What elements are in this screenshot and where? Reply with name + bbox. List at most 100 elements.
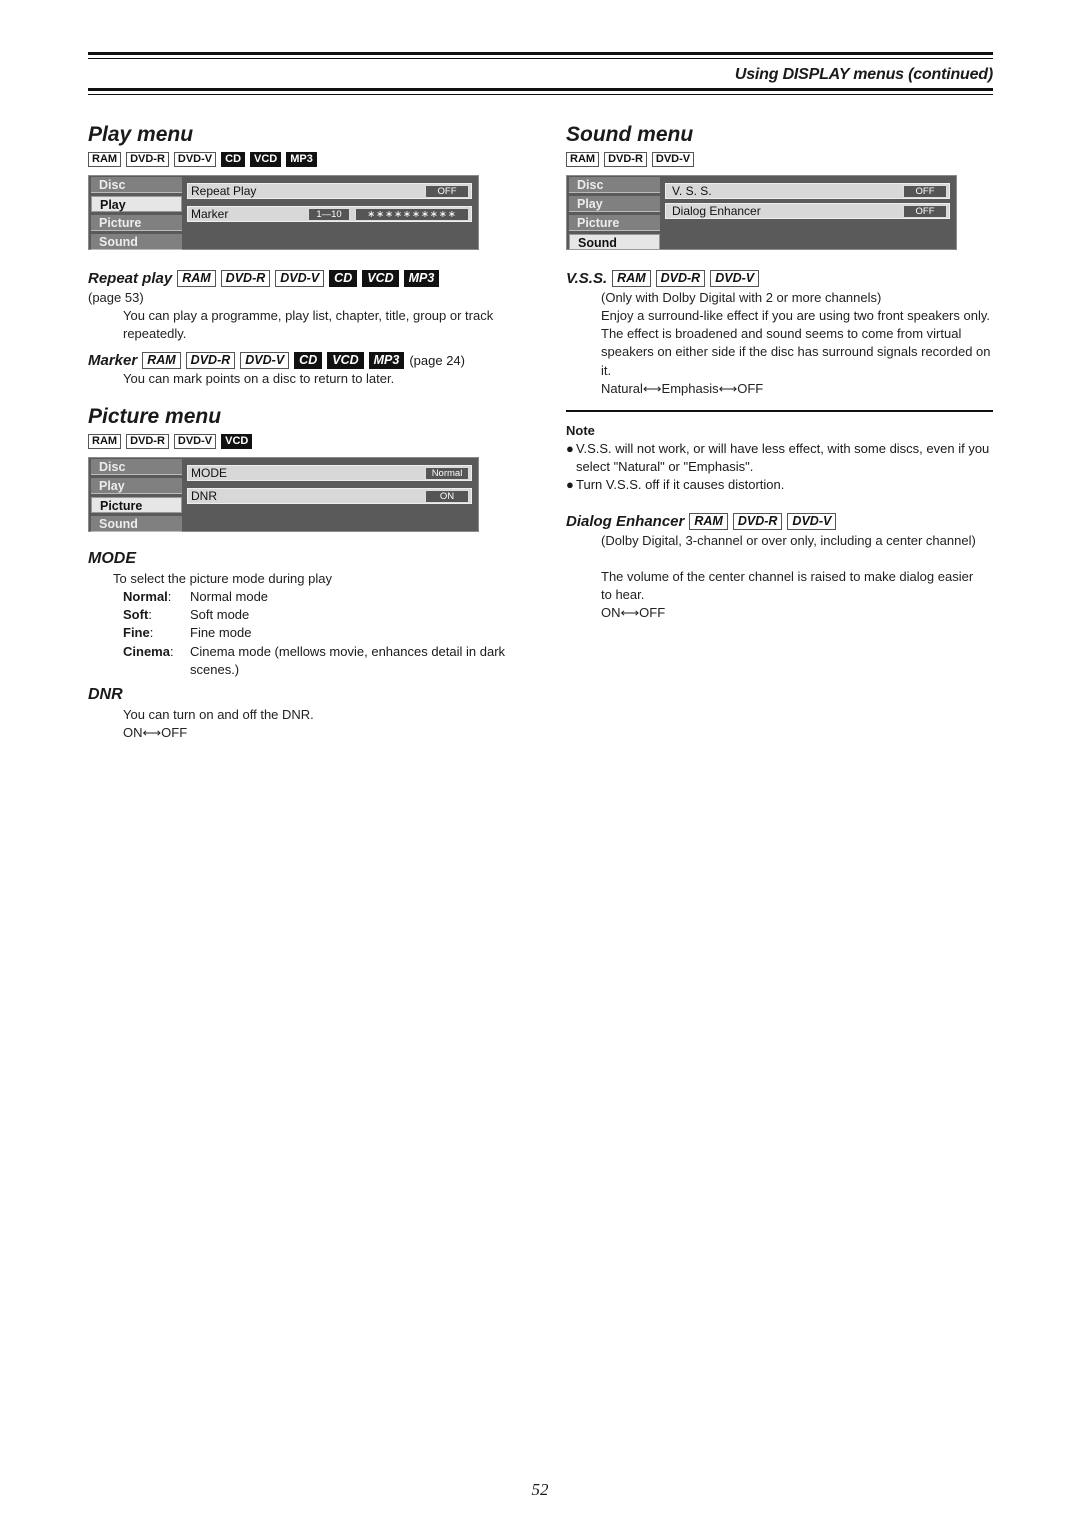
- mode-options-list: Normal: Normal mode Soft: Soft mode Fine…: [123, 588, 520, 679]
- badge-ram: RAM: [612, 270, 651, 287]
- osd-tab-sound[interactable]: Sound: [91, 516, 182, 532]
- osd-row-label: MODE: [191, 466, 227, 480]
- osd-row-value: OFF: [903, 185, 947, 198]
- badge-dvd-v: DVD-V: [710, 270, 760, 287]
- badge-ram: RAM: [177, 270, 216, 287]
- play-menu-badges: RAM DVD-R DVD-V CD VCD MP3: [88, 152, 317, 167]
- osd-row-vss[interactable]: V. S. S. OFF: [665, 183, 950, 199]
- osd-tab-sound[interactable]: Sound: [569, 234, 660, 250]
- dialog-enhancer-title: Dialog Enhancer: [566, 513, 685, 530]
- badge-dvd-v: DVD-V: [173, 434, 217, 449]
- badge-dvd-v: DVD-V: [275, 270, 325, 287]
- badge-mp3: MP3: [286, 152, 317, 167]
- badge-dvd-r: DVD-R: [604, 152, 647, 167]
- osd-tab-picture[interactable]: Picture: [91, 215, 182, 231]
- repeat-play-description: You can play a programme, play list, cha…: [123, 308, 494, 342]
- mode-option-key: Soft: [123, 607, 149, 623]
- play-menu-title: Play menu: [88, 123, 194, 146]
- osd-tabs: Disc Play Picture Sound: [569, 177, 660, 253]
- badge-dvd-r: DVD-R: [732, 513, 783, 530]
- repeat-play-title: Repeat play: [88, 270, 173, 287]
- note-bullets: ● V.S.S. will not work, or will have les…: [566, 440, 991, 495]
- osd-row-label: Repeat Play: [191, 184, 257, 198]
- osd-row-value: OFF: [425, 185, 469, 198]
- note-bullet: ● V.S.S. will not work, or will have les…: [566, 440, 991, 476]
- badge-ram: RAM: [566, 152, 600, 167]
- osd-tab-disc[interactable]: Disc: [91, 459, 182, 475]
- badge-dvd-r: DVD-R: [126, 434, 169, 449]
- mode-option-desc: Cinema mode (mellows movie, enhances det…: [190, 643, 506, 677]
- dialog-enhancer-condition: (Dolby Digital, 3-channel or over only, …: [601, 533, 976, 548]
- osd-tab-play[interactable]: Play: [569, 196, 660, 212]
- badge-dvd-v: DVD-V: [173, 152, 217, 167]
- note-bullet: ● Turn V.S.S. off if it causes distortio…: [566, 476, 991, 494]
- osd-tab-play[interactable]: Play: [91, 196, 182, 212]
- sound-menu-title: Sound menu: [566, 123, 694, 146]
- osd-row-mode[interactable]: MODE Normal: [187, 465, 472, 481]
- repeat-play-heading: Repeat play RAM DVD-R DVD-V CD VCD MP3: [88, 270, 440, 287]
- play-menu-osd: Disc Play Picture Sound Repeat Play OFF …: [88, 175, 479, 250]
- header-rule-top-thin: [88, 58, 993, 59]
- badge-vcd: VCD: [221, 434, 253, 449]
- dnr-heading: DNR: [88, 686, 123, 703]
- mode-option-desc: Normal mode: [190, 589, 269, 604]
- osd-row-label: Marker: [191, 207, 229, 221]
- vss-heading: V.S.S. RAM DVD-R DVD-V: [566, 270, 760, 287]
- repeat-play-page-ref: (page 53): [88, 290, 144, 305]
- mode-option-soft: Soft: Soft mode: [123, 606, 520, 624]
- osd-row-marker[interactable]: Marker 1—10 ∗∗∗∗∗∗∗∗∗∗: [187, 206, 472, 222]
- osd-row-value: Normal: [425, 467, 469, 480]
- header-rule-bottom: [88, 88, 993, 91]
- osd-row-label: DNR: [191, 489, 217, 503]
- vss-condition: (Only with Dolby Digital with 2 or more …: [601, 290, 882, 305]
- mode-intro: To select the picture mode during play: [113, 571, 332, 586]
- dialog-enhancer-description: The volume of the center channel is rais…: [601, 569, 974, 603]
- badge-dvd-v: DVD-V: [651, 152, 695, 167]
- osd-tab-play[interactable]: Play: [91, 478, 182, 494]
- osd-tab-picture[interactable]: Picture: [91, 497, 182, 513]
- marker-heading: Marker RAM DVD-R DVD-V CD VCD MP3 (page …: [88, 352, 465, 369]
- marker-description: You can mark points on a disc to return …: [123, 371, 395, 386]
- mode-option-fine: Fine: Fine mode: [123, 624, 520, 642]
- badge-cd: CD: [221, 152, 246, 167]
- osd-row-repeat-play[interactable]: Repeat Play OFF: [187, 183, 472, 199]
- osd-row-value: OFF: [903, 205, 947, 218]
- osd-tab-sound[interactable]: Sound: [91, 234, 182, 250]
- note-divider: [566, 410, 993, 412]
- osd-tabs: Disc Play Picture Sound: [91, 177, 182, 253]
- badge-ram: RAM: [689, 513, 728, 530]
- badge-dvd-r: DVD-R: [655, 270, 706, 287]
- badge-dvd-r: DVD-R: [126, 152, 169, 167]
- mode-option-desc: Fine mode: [190, 625, 252, 641]
- note-title: Note: [566, 423, 595, 438]
- dnr-description: You can turn on and off the DNR.: [123, 707, 314, 722]
- badge-cd: CD: [294, 352, 323, 369]
- osd-tab-picture[interactable]: Picture: [569, 215, 660, 231]
- bullet-icon: ●: [566, 477, 574, 493]
- osd-row-label: V. S. S.: [672, 184, 712, 198]
- badge-dvd-v: DVD-V: [787, 513, 837, 530]
- dialog-enhancer-heading: Dialog Enhancer RAM DVD-R DVD-V: [566, 513, 837, 530]
- badge-ram: RAM: [88, 152, 122, 167]
- badge-dvd-r: DVD-R: [185, 352, 236, 369]
- badge-cd: CD: [329, 270, 358, 287]
- header-rule-top: [88, 52, 993, 55]
- badge-vcd: VCD: [250, 152, 282, 167]
- page-number: 52: [531, 1480, 549, 1499]
- osd-row-dialog-enhancer[interactable]: Dialog Enhancer OFF: [665, 203, 950, 219]
- osd-tab-disc[interactable]: Disc: [569, 177, 660, 193]
- osd-row-label: Dialog Enhancer: [672, 204, 761, 218]
- picture-menu-osd: Disc Play Picture Sound MODE Normal DNR …: [88, 457, 479, 532]
- vss-cycle: Natural⟷Emphasis⟷OFF: [601, 381, 764, 396]
- dialog-enhancer-cycle: ON⟷OFF: [601, 605, 666, 620]
- badge-dvd-r: DVD-R: [220, 270, 271, 287]
- note-bullet-text: V.S.S. will not work, or will have less …: [576, 441, 990, 475]
- osd-tab-disc[interactable]: Disc: [91, 177, 182, 193]
- osd-row-dnr[interactable]: DNR ON: [187, 488, 472, 504]
- mode-option-key: Fine: [123, 625, 150, 641]
- mode-option-key: Normal: [123, 589, 168, 604]
- mode-option-key: Cinema: [123, 643, 170, 659]
- badge-ram: RAM: [88, 434, 122, 449]
- badge-ram: RAM: [142, 352, 181, 369]
- dnr-cycle: ON⟷OFF: [123, 725, 188, 740]
